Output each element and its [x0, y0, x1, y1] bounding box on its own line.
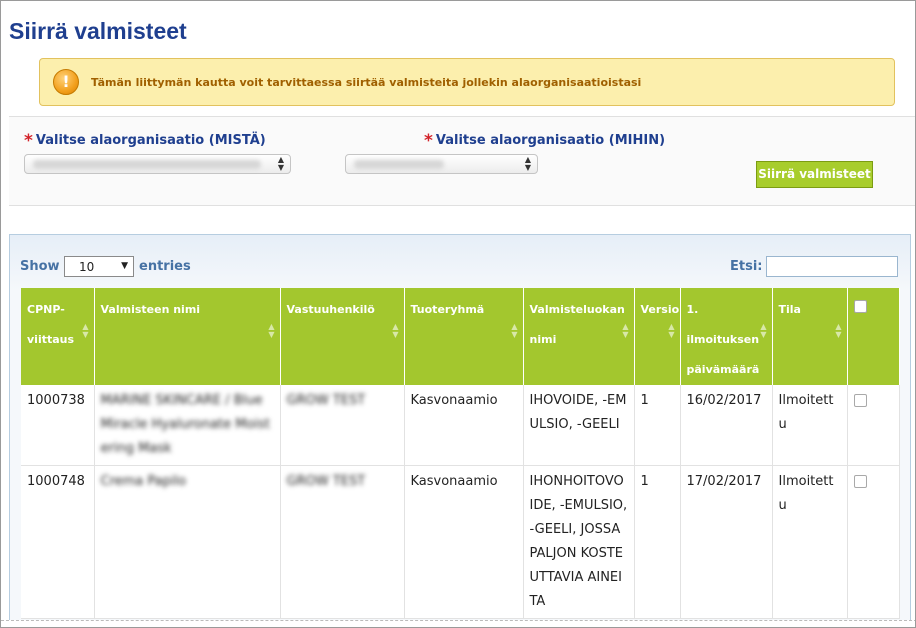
- cell-select: [847, 465, 900, 619]
- sort-icon: ▲ ▼: [622, 322, 629, 339]
- column-header-name[interactable]: Valmisteen nimi ▲ ▼: [94, 288, 281, 385]
- sort-icon: ▲ ▼: [760, 322, 767, 339]
- sort-icon: ▲ ▼: [268, 322, 275, 339]
- row-checkbox[interactable]: [853, 394, 867, 407]
- column-label: CPNP-viittaus: [27, 303, 75, 346]
- show-label: Show: [20, 259, 60, 274]
- to-org-label-text: Valitse alaorganisaatio (MIHIN): [435, 133, 666, 148]
- column-label: Valmisteen nimi: [100, 303, 201, 316]
- column-header-date[interactable]: 1. ilmoituksen päivämäärä ▲ ▼: [680, 288, 773, 385]
- from-org-label: * Valitse alaorganisaatio (MISTÄ): [24, 129, 266, 151]
- cell-select: [847, 385, 900, 466]
- product-list-panel: Show 10 ▼ entries Etsi: CPNP-viittaus ▲ ▼ …: [9, 234, 911, 627]
- cell-cpnp: 1000748: [21, 465, 95, 619]
- sort-icon: ▲ ▼: [835, 322, 842, 339]
- select-all-checkbox[interactable]: [853, 300, 867, 313]
- to-org-select[interactable]: ▲ ▼: [345, 154, 538, 174]
- to-org-label: * Valitse alaorganisaatio (MIHIN): [424, 129, 666, 151]
- column-label: 1. ilmoituksen päivämäärä: [686, 303, 760, 376]
- cell-person: GROW TEST: [280, 385, 405, 466]
- cell-group: Kasvonaamio: [404, 385, 524, 466]
- sort-icon: ▲ ▼: [511, 322, 518, 339]
- search-input[interactable]: [766, 256, 898, 277]
- search-label: Etsi:: [730, 259, 763, 274]
- entries-value: 10: [79, 260, 95, 274]
- sort-icon: ▲ ▼: [668, 322, 675, 339]
- warning-text: Tämän liittymän kautta voit tarvittaessa…: [91, 76, 642, 89]
- column-label: Valmisteluokan nimi: [529, 303, 625, 346]
- torn-edge: [1, 620, 915, 627]
- cell-status: Ilmoitettu: [772, 385, 848, 466]
- cell-date: 17/02/2017: [680, 465, 773, 619]
- required-mark: *: [424, 131, 433, 151]
- from-org-label-text: Valitse alaorganisaatio (MISTÄ): [35, 133, 266, 148]
- column-header-person[interactable]: Vastuuhenkilö ▲ ▼: [280, 288, 405, 385]
- sort-icon: ▲ ▼: [392, 322, 399, 339]
- from-org-select[interactable]: ▲ ▼: [24, 154, 291, 174]
- app-window: Siirrä valmisteet ! Tämän liittymän kaut…: [0, 0, 916, 628]
- page-title: Siirrä valmisteet: [9, 18, 187, 44]
- column-label: Versio: [640, 303, 680, 316]
- dropdown-arrow-icon: ▼: [121, 261, 128, 271]
- cell-person: GROW TEST: [280, 465, 405, 619]
- move-products-button[interactable]: Siirrä valmisteet: [756, 161, 873, 188]
- row-checkbox[interactable]: [853, 475, 867, 488]
- table-header-row: CPNP-viittaus ▲ ▼ Valmisteen nimi ▲ ▼ Vastuu…: [21, 288, 900, 385]
- cell-group: Kasvonaamio: [404, 465, 524, 619]
- cell-date: 16/02/2017: [680, 385, 773, 466]
- column-label: Tila: [778, 303, 801, 316]
- select-arrows-icon: ▲ ▼: [524, 155, 531, 172]
- cell-status: Ilmoitettu: [772, 465, 848, 619]
- column-header-status[interactable]: Tila ▲ ▼: [772, 288, 848, 385]
- column-header-select: [847, 288, 900, 385]
- column-header-cpnp[interactable]: CPNP-viittaus ▲ ▼: [21, 288, 95, 385]
- required-mark: *: [24, 131, 33, 151]
- products-table: CPNP-viittaus ▲ ▼ Valmisteen nimi ▲ ▼ Vastuu…: [21, 288, 900, 619]
- select-arrows-icon: ▲ ▼: [277, 155, 284, 172]
- cell-category: IHOVOIDE, -EMULSIO, -GEELI: [523, 385, 635, 466]
- column-header-group[interactable]: Tuoteryhmä ▲ ▼: [404, 288, 524, 385]
- cell-name: Crema Papilo: [94, 465, 281, 619]
- column-label: Vastuuhenkilö: [286, 303, 375, 316]
- column-label: Tuoteryhmä: [410, 303, 485, 316]
- column-header-category[interactable]: Valmisteluokan nimi ▲ ▼: [523, 288, 635, 385]
- cell-cpnp: 1000738: [21, 385, 95, 466]
- cell-category: IHONHOITOVOIDE, -EMULSIO, -GEELI, JOSSA …: [523, 465, 635, 619]
- table-row: 1000748 Crema Papilo GROW TEST Kasvonaam…: [21, 465, 900, 619]
- entries-label: entries: [139, 259, 191, 274]
- entries-select[interactable]: 10 ▼: [64, 256, 134, 277]
- warning-icon: !: [53, 69, 79, 95]
- cell-version: 1: [634, 385, 681, 466]
- cell-name: MARINE SKINCARE / BlueMiracle Hyaluronat…: [94, 385, 281, 466]
- sort-icon: ▲ ▼: [82, 322, 89, 339]
- cell-version: 1: [634, 465, 681, 619]
- to-org-select-value: [354, 160, 444, 169]
- column-header-version[interactable]: Versio ▲ ▼: [634, 288, 681, 385]
- from-org-select-value: [33, 160, 261, 169]
- warning-banner: ! Tämän liittymän kautta voit tarvittaes…: [39, 58, 895, 106]
- table-row: 1000738 MARINE SKINCARE / BlueMiracle Hy…: [21, 385, 900, 466]
